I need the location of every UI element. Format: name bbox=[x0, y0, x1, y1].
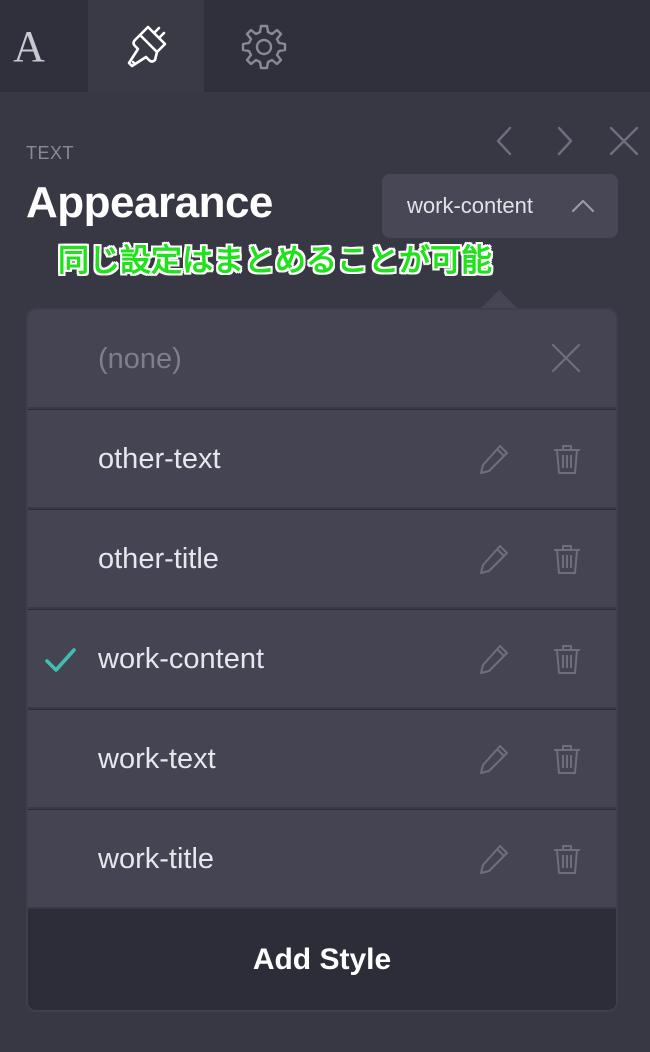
option-label: other-title bbox=[98, 543, 219, 575]
option-work-text[interactable]: work-text bbox=[28, 710, 616, 809]
option-none[interactable]: (none) bbox=[28, 310, 616, 409]
option-label: work-title bbox=[98, 843, 215, 875]
trash-icon[interactable] bbox=[551, 743, 583, 775]
chevron-up-icon bbox=[571, 199, 595, 213]
option-label: work-content bbox=[98, 643, 265, 675]
option-label: work-text bbox=[98, 743, 216, 775]
close-icon[interactable] bbox=[550, 342, 582, 374]
gear-icon bbox=[241, 24, 287, 70]
pencil-icon[interactable] bbox=[478, 643, 510, 675]
paintbrush-icon bbox=[127, 25, 167, 68]
option-other-text[interactable]: other-text bbox=[28, 410, 616, 509]
style-select[interactable]: work-content bbox=[382, 174, 618, 238]
option-label: (none) bbox=[98, 343, 182, 375]
option-work-content[interactable]: work-content bbox=[28, 610, 616, 709]
pencil-icon[interactable] bbox=[478, 443, 510, 475]
toolbar: A bbox=[0, 0, 650, 92]
page-title: Appearance bbox=[26, 178, 273, 227]
option-label: other-text bbox=[98, 443, 221, 475]
close-icon[interactable] bbox=[607, 124, 641, 158]
trash-icon[interactable] bbox=[551, 443, 583, 475]
chevron-left-icon[interactable] bbox=[488, 124, 522, 158]
style-dropdown: (none) other-text other-title work-conte… bbox=[26, 308, 618, 1012]
option-work-title[interactable]: work-title bbox=[28, 810, 616, 909]
chevron-right-icon[interactable] bbox=[547, 124, 581, 158]
typography-icon: A bbox=[13, 22, 45, 71]
annotation-callout: 同じ設定はまとめることが可能 bbox=[58, 243, 492, 278]
trash-icon[interactable] bbox=[551, 843, 583, 875]
section-label: TEXT bbox=[26, 143, 75, 163]
tab-typography[interactable]: A bbox=[0, 0, 58, 92]
dropdown-caret bbox=[480, 290, 518, 309]
pencil-icon[interactable] bbox=[478, 543, 510, 575]
trash-icon[interactable] bbox=[551, 543, 583, 575]
trash-icon[interactable] bbox=[551, 643, 583, 675]
pencil-icon[interactable] bbox=[478, 843, 510, 875]
tab-settings[interactable] bbox=[218, 0, 310, 92]
add-style-button[interactable]: Add Style bbox=[28, 910, 616, 1010]
style-select-value: work-content bbox=[407, 193, 533, 218]
pencil-icon[interactable] bbox=[478, 743, 510, 775]
option-other-title[interactable]: other-title bbox=[28, 510, 616, 609]
checkmark-icon bbox=[45, 648, 76, 672]
tab-style[interactable] bbox=[88, 0, 204, 92]
